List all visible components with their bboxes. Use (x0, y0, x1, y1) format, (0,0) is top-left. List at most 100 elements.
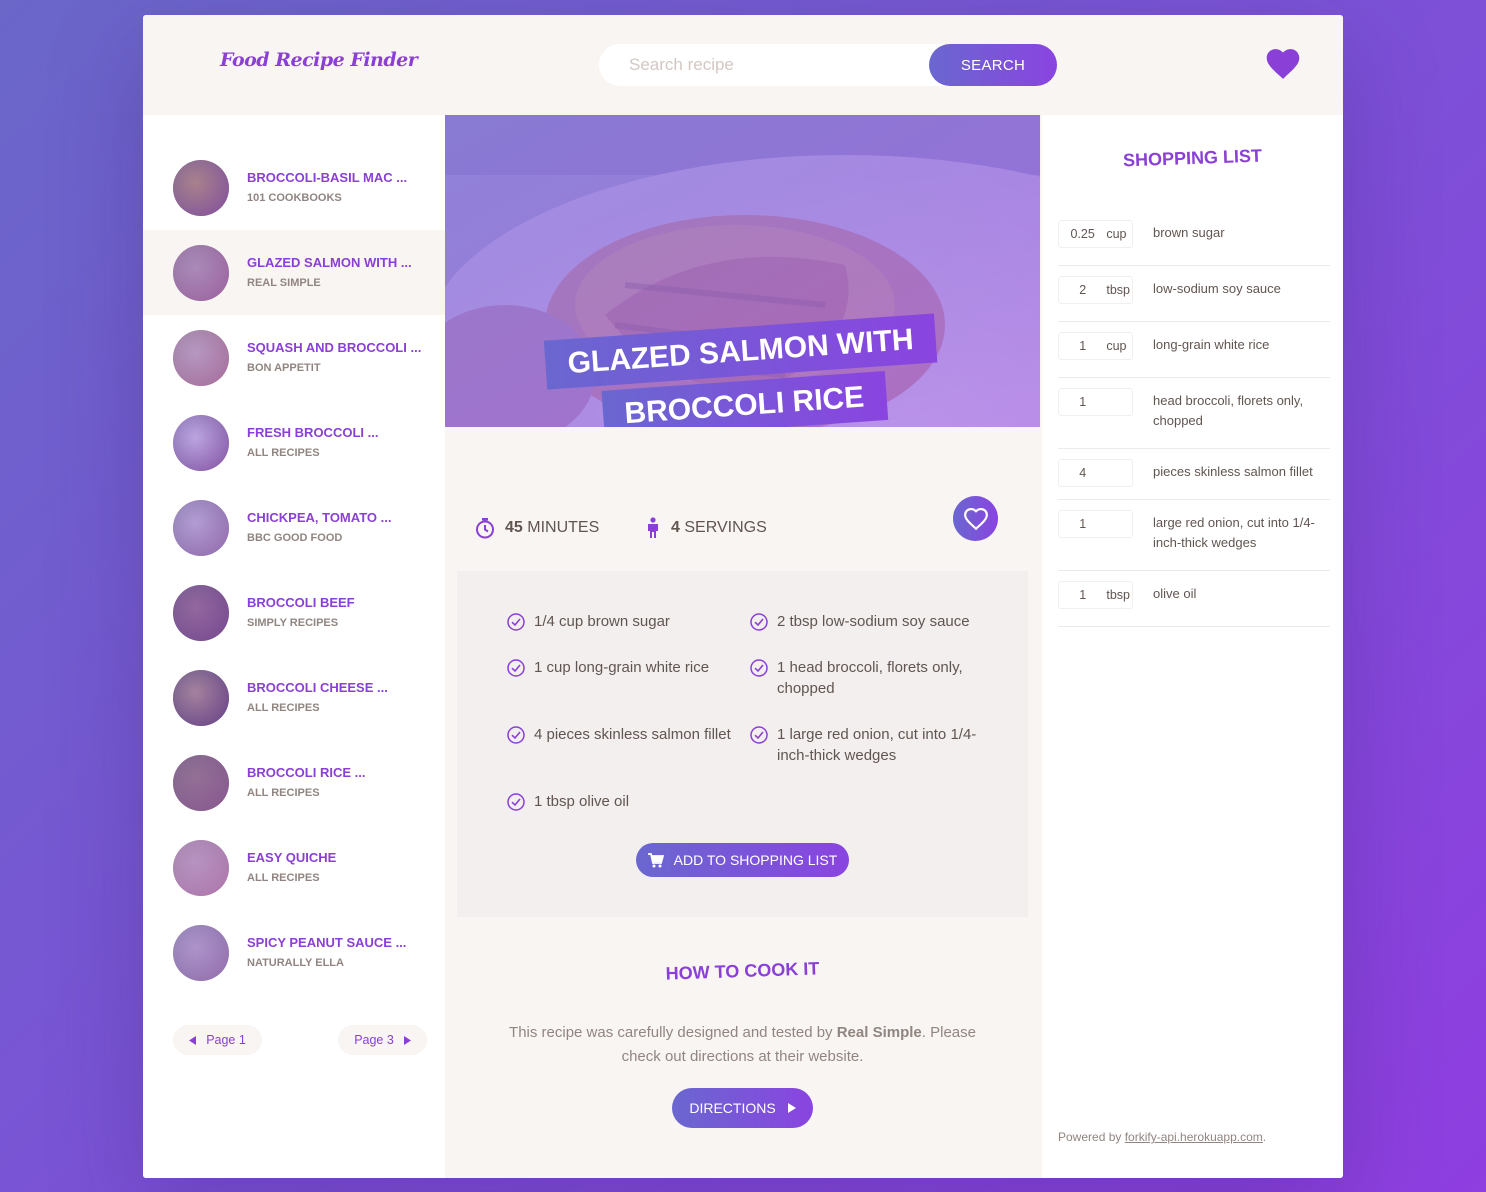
shopping-item: 2 tbsp low-sodium soy sauce (1058, 266, 1330, 322)
result-title: Glazed Salmon with ... (247, 255, 412, 270)
shopping-item: 4 pieces skinless salmon fillet (1058, 449, 1330, 500)
person-icon (648, 517, 658, 538)
result-item[interactable]: Chickpea, Tomato ... BBC Good Food (143, 485, 445, 570)
check-circle-icon (750, 726, 768, 744)
result-item[interactable]: Broccoli-Basil Mac ... 101 Cookbooks (143, 145, 445, 230)
minutes-value: 45 (505, 519, 523, 536)
shopping-item-count[interactable]: 1 (1058, 388, 1133, 416)
shopping-item: 1 large red onion, cut into 1/4-inch-thic… (1058, 500, 1330, 571)
logo[interactable]: Food Recipe Finder (220, 49, 418, 71)
shopping-list-panel: Shopping List Powered by forkify-api.her… (1042, 115, 1343, 1178)
result-title: Broccoli Rice ... (247, 765, 366, 780)
result-author: 101 Cookbooks (247, 192, 342, 204)
search-results: Broccoli-Basil Mac ... 101 Cookbooks Glaze… (143, 115, 445, 1178)
directions-heading: How to cook it (665, 958, 820, 984)
ingredient-item: 1/4 cup brown sugar (507, 611, 739, 632)
shopping-item-count[interactable]: 0.25 cup (1058, 220, 1133, 248)
result-thumbnail (173, 500, 229, 556)
search-form: SEARCH (599, 44, 1057, 86)
ingredient-item: 1 tbsp olive oil (507, 791, 739, 812)
result-title: Broccoli-Basil Mac ... (247, 170, 408, 185)
timer-icon (476, 518, 494, 539)
copyright: Powered by forkify-api.herokuapp.com. (1058, 1130, 1266, 1144)
shopping-item-count[interactable]: 1 (1058, 510, 1133, 538)
shopping-item-count[interactable]: 1 cup (1058, 332, 1133, 360)
result-item[interactable]: Easy Quiche All Recipes (143, 825, 445, 910)
app-container: Food Recipe Finder SEARCH Broccoli-Basil… (143, 15, 1343, 1178)
shopping-item-unit: tbsp (1106, 588, 1130, 602)
result-item[interactable]: Squash and Broccoli ... Bon Appetit (143, 315, 445, 400)
result-author: All Recipes (247, 447, 320, 459)
result-item[interactable]: Broccoli Rice ... All Recipes (143, 740, 445, 825)
likes-heart-icon[interactable] (1266, 48, 1300, 80)
check-circle-icon (750, 613, 768, 631)
shopping-item-description: brown sugar (1153, 225, 1225, 240)
ingredient-text: 4 pieces skinless salmon fillet (534, 726, 731, 743)
search-input[interactable] (599, 44, 929, 86)
ingredient-text: 1 head broccoli, florets only, chopped (777, 659, 963, 697)
ingredient-item: 1 head broccoli, florets only, chopped (750, 657, 982, 699)
recipe-figure: Glazed Salmon with Broccoli Rice (445, 115, 1040, 427)
triangle-right-icon (787, 1103, 796, 1113)
result-item[interactable]: Fresh Broccoli ... All Recipes (143, 400, 445, 485)
directions-text-before: This recipe was carefully designed and t… (509, 1024, 837, 1041)
servings-label: servings (684, 519, 767, 536)
check-circle-icon (507, 613, 525, 631)
shopping-item: 1 cup long-grain white rice (1058, 322, 1330, 378)
shopping-item-count[interactable]: 1 tbsp (1058, 581, 1133, 609)
result-item[interactable]: Broccoli Beef Simply Recipes (143, 570, 445, 655)
like-recipe-button[interactable] (953, 496, 998, 541)
result-item[interactable]: Broccoli Cheese ... All Recipes (143, 655, 445, 740)
result-thumbnail (173, 585, 229, 641)
result-author: Simply Recipes (247, 617, 339, 629)
shopping-item-description: olive oil (1153, 586, 1197, 601)
shopping-item-count[interactable]: 4 (1058, 459, 1133, 487)
ingredient-text: 1 tbsp olive oil (534, 793, 630, 810)
result-title: Broccoli Beef (247, 595, 355, 610)
result-thumbnail (173, 840, 229, 896)
ingredient-item: 1 cup long-grain white rice (507, 657, 739, 678)
shopping-item-count[interactable]: 2 tbsp (1058, 276, 1133, 304)
add-to-shopping-list-button[interactable]: Add to shopping list (636, 843, 849, 877)
pagination-prev-button[interactable]: Page 1 (173, 1025, 262, 1055)
add-to-shopping-list-label: Add to shopping list (673, 852, 838, 868)
result-author: All Recipes (247, 872, 320, 884)
triangle-left-icon (189, 1035, 197, 1045)
directions-section: How to cook it This recipe was carefully… (457, 917, 1028, 1178)
shopping-item-unit: cup (1106, 227, 1127, 241)
ingredient-item: 1 large red onion, cut into 1/4-inch-thi… (750, 724, 982, 766)
ingredients-section: Add to shopping list 1/4 cup brown sugar… (457, 571, 1028, 917)
directions-button-label: Directions (689, 1100, 776, 1116)
shopping-item-quantity: 1 (1079, 339, 1087, 353)
result-author: BBC Good Food (247, 532, 343, 544)
result-title: Spicy Peanut Sauce ... (247, 935, 407, 950)
ingredient-text: 1 cup long-grain white rice (534, 659, 710, 676)
result-thumbnail (173, 245, 229, 301)
api-link[interactable]: forkify-api.herokuapp.com (1125, 1130, 1263, 1144)
result-item[interactable]: Spicy Peanut Sauce ... Naturally Ella (143, 910, 445, 995)
shopping-item-unit: tbsp (1106, 283, 1130, 297)
shopping-item-quantity: 0.25 (1070, 227, 1095, 241)
recipe-panel: Glazed Salmon with Broccoli Rice 45 minu… (445, 115, 1042, 1178)
result-author: All Recipes (247, 702, 320, 714)
shopping-item: 1 tbsp olive oil (1058, 571, 1330, 627)
result-item[interactable]: Glazed Salmon with ... Real Simple (143, 230, 445, 315)
servings: 4 servings (645, 517, 767, 539)
shopping-item-description: large red onion, cut into 1/4-inch-thick… (1153, 515, 1315, 550)
result-author: Naturally Ella (247, 957, 344, 969)
result-thumbnail (173, 415, 229, 471)
check-circle-icon (507, 659, 525, 677)
shopping-item-quantity: 1 (1079, 395, 1087, 409)
result-author: All Recipes (247, 787, 320, 799)
result-title: Squash and Broccoli ... (247, 340, 422, 355)
pagination-next-button[interactable]: Page 3 (338, 1025, 427, 1055)
shopping-item-description: head broccoli, florets only, chopped (1153, 393, 1304, 428)
search-button[interactable]: SEARCH (929, 44, 1057, 86)
directions-text: This recipe was carefully designed and t… (497, 1021, 988, 1069)
result-title: Broccoli Cheese ... (247, 680, 388, 695)
heart-outline-icon (963, 507, 988, 530)
pagination-prev-label: Page 1 (206, 1033, 246, 1047)
shopping-item-quantity: 2 (1079, 283, 1087, 297)
shopping-item-unit: cup (1106, 339, 1127, 353)
directions-button[interactable]: Directions (672, 1088, 813, 1128)
